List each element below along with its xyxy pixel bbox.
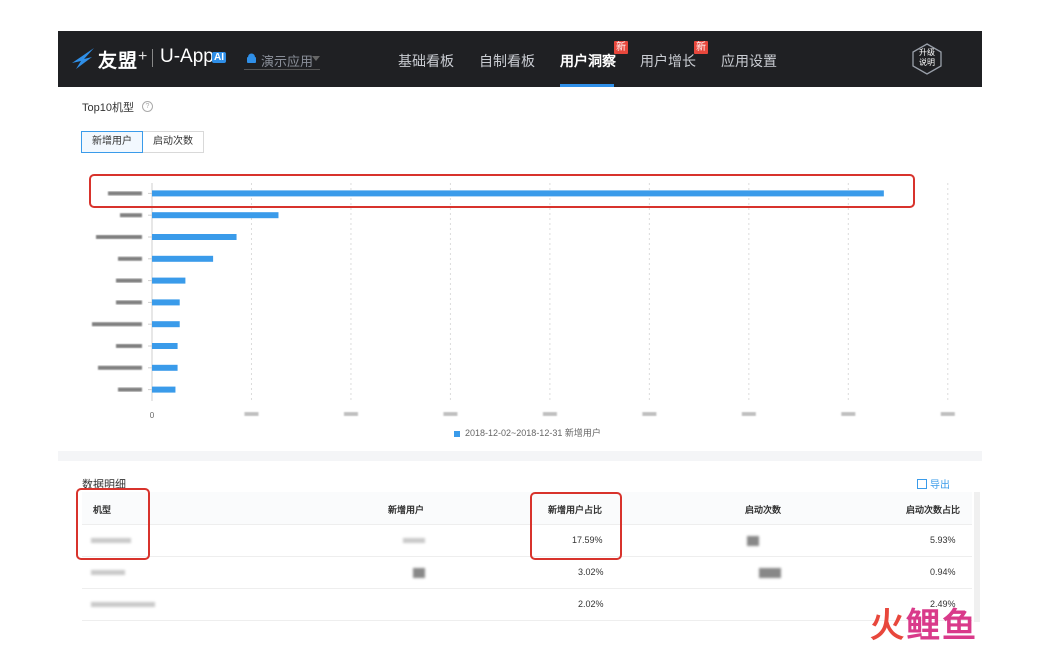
table-row[interactable]: 17.59% 5.93% — [82, 525, 972, 557]
blurred-x-tick-label — [542, 412, 557, 416]
launch-share: 0.94% — [930, 567, 956, 577]
x-tick-label: 0 — [150, 411, 155, 420]
bar — [152, 212, 279, 219]
blurred-launches — [759, 568, 781, 578]
blurred-x-tick-label — [244, 412, 259, 416]
column-header-new-users-share[interactable]: 新增用户占比 — [548, 503, 602, 516]
watermark-part1: 火 — [870, 607, 906, 645]
bar — [152, 321, 180, 328]
blurred-x-tick-label — [741, 412, 756, 416]
blurred-x-tick-label — [940, 412, 955, 416]
column-header-model[interactable]: 机型 — [93, 503, 111, 516]
new-users-share: 3.02% — [578, 567, 604, 577]
tab-new-users[interactable]: 新增用户 — [81, 131, 143, 153]
column-header-launches[interactable]: 启动次数 — [745, 503, 781, 516]
blurred-x-tick-label — [343, 412, 358, 416]
blurred-category-label — [98, 365, 142, 370]
bar — [152, 234, 237, 240]
legend-swatch — [454, 430, 460, 437]
table-header: 机型 新增用户 新增用户占比 启动次数 启动次数占比 — [82, 492, 972, 525]
blurred-category-label — [108, 191, 142, 196]
blurred-new-users — [403, 538, 425, 543]
watermark-part2: 鲤鱼 — [906, 607, 978, 645]
column-header-new-users[interactable]: 新增用户 — [388, 503, 424, 516]
bar — [152, 299, 180, 306]
blurred-model-name — [91, 538, 131, 543]
export-button[interactable]: 导出 — [917, 476, 950, 491]
blurred-category-label — [116, 278, 142, 283]
watermark-logo: 火鲤鱼 — [870, 598, 978, 647]
blurred-x-tick-label — [841, 412, 856, 416]
export-icon — [917, 479, 927, 489]
new-users-share: 2.02% — [578, 599, 604, 609]
bar — [152, 343, 178, 349]
blurred-new-users — [413, 568, 425, 578]
blurred-category-label — [116, 344, 142, 348]
blurred-x-tick-label — [642, 412, 657, 416]
blurred-category-label — [118, 387, 142, 392]
bar — [152, 255, 214, 262]
blurred-launches — [747, 536, 759, 546]
chart-legend[interactable]: 2018-12-02~2018-12-31 新增用户 — [454, 426, 601, 439]
data-detail-title: 数据明细 — [82, 479, 126, 491]
blurred-model-name — [91, 602, 155, 607]
section-divider — [58, 451, 982, 461]
blurred-category-label — [118, 256, 142, 261]
column-header-launch-share[interactable]: 启动次数占比 — [906, 503, 960, 516]
table-row[interactable]: 2.02% 2.49% — [82, 589, 972, 621]
table-row[interactable]: 3.02% 0.94% — [82, 557, 972, 589]
export-label: 导出 — [930, 480, 950, 491]
blurred-category-label — [96, 235, 142, 239]
bar — [152, 277, 186, 284]
new-users-share: 17.59% — [572, 535, 603, 545]
blurred-category-label — [120, 213, 142, 218]
bar — [152, 386, 176, 393]
bar — [152, 364, 178, 371]
bar — [152, 190, 884, 197]
blurred-category-label — [116, 300, 142, 305]
blurred-category-label — [92, 322, 142, 327]
blurred-x-tick-label — [443, 412, 458, 416]
blurred-model-name — [91, 570, 125, 575]
launch-share: 5.93% — [930, 535, 956, 545]
legend-label: 2018-12-02~2018-12-31 新增用户 — [465, 428, 601, 438]
